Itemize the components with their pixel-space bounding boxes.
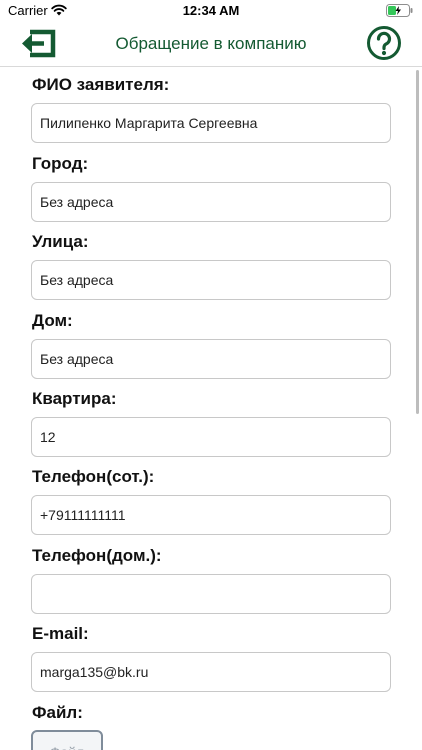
apartment-input[interactable] [31, 417, 391, 457]
fio-label: ФИО заявителя: [32, 75, 170, 94]
status-time: 12:34 AM [182, 3, 240, 18]
home-phone-input[interactable] [31, 574, 391, 614]
mobile-phone-input[interactable] [31, 495, 391, 535]
appeal-screen: Carrier 12:34 AM Обращение в компанию ФИ… [0, 0, 422, 750]
apartment-label: Квартира: [32, 389, 117, 408]
appeal-form: ФИО заявителя: Город: Улица: Дом: Кварти… [0, 66, 422, 750]
file-label: Файл: [32, 703, 83, 722]
street-input[interactable] [31, 260, 391, 300]
battery-charging-icon [386, 4, 413, 17]
page-title: Обращение в компанию [115, 34, 307, 53]
email-input[interactable] [31, 652, 391, 692]
help-button[interactable] [366, 25, 402, 61]
email-label: E-mail: [32, 624, 89, 643]
city-label: Город: [32, 154, 89, 173]
file-button[interactable]: Файл [31, 730, 103, 750]
fio-input[interactable] [31, 103, 391, 143]
street-label: Улица: [32, 232, 89, 251]
city-input[interactable] [31, 182, 391, 222]
status-bar: Carrier 12:34 AM [0, 0, 422, 22]
house-input[interactable] [31, 339, 391, 379]
scrollbar[interactable] [416, 70, 419, 414]
help-circle-icon [367, 26, 401, 60]
nav-bar: Обращение в компанию [0, 22, 422, 67]
house-label: Дом: [32, 311, 73, 330]
home-phone-label: Телефон(дом.): [32, 546, 162, 565]
mobile-phone-label: Телефон(сот.): [32, 467, 155, 486]
